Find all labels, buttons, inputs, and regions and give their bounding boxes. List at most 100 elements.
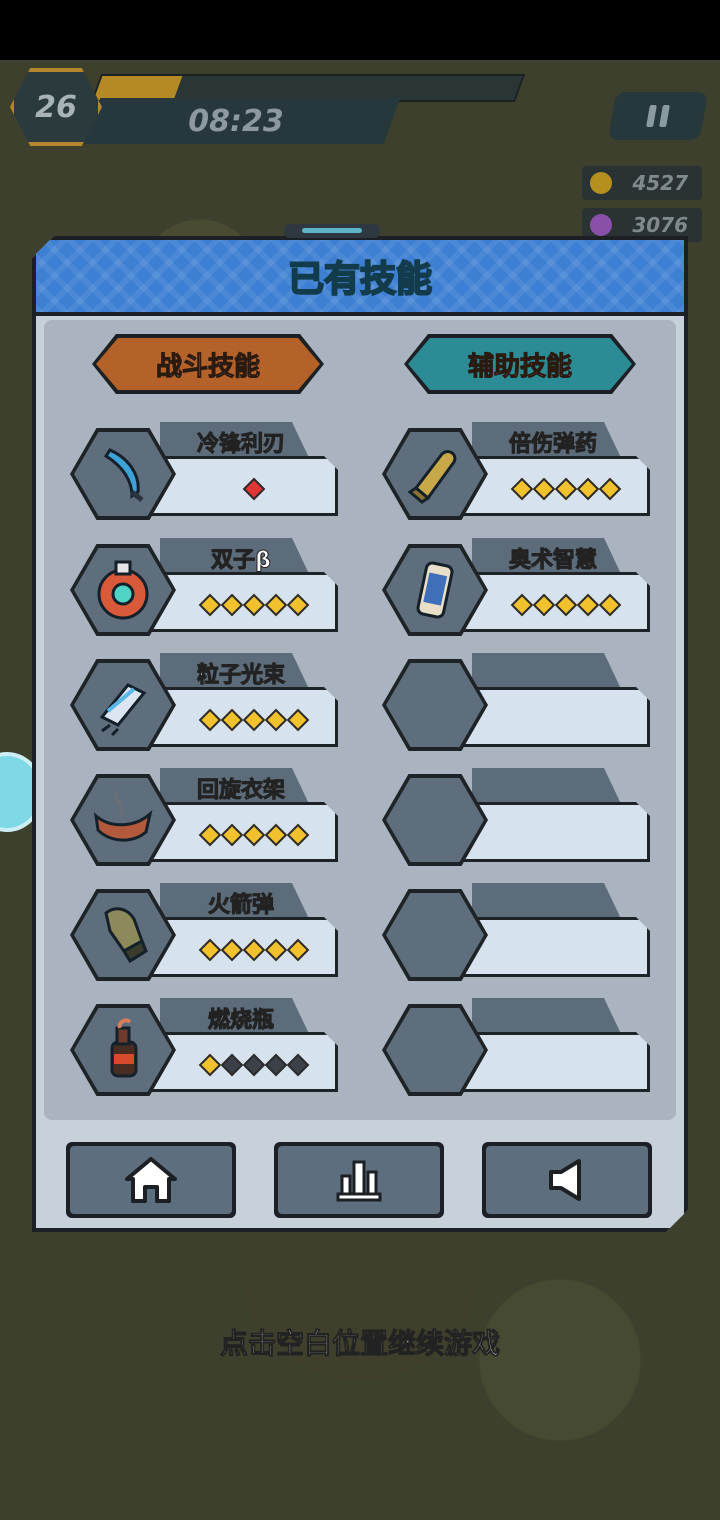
combat-skill-slot[interactable]: 冷锋利刃 [70, 422, 340, 522]
combat-skills-badge: 战斗技能 [96, 338, 320, 390]
level-diamond-filled [598, 593, 622, 617]
combat-skill-slot[interactable]: 燃烧瓶 [70, 998, 340, 1098]
skill-name: 冷锋利刃 [196, 432, 285, 458]
level-diamond-filled [198, 708, 222, 732]
sound-icon [549, 1159, 581, 1201]
level-diamond-filled [532, 477, 556, 501]
panel-header: 已有技能 [36, 240, 684, 316]
support-skill-slot[interactable] [382, 653, 652, 753]
level-diamond-filled [554, 593, 578, 617]
support-skill-slot[interactable]: 倍伤弹药 [382, 422, 652, 522]
skill-name: 火箭弹 [207, 893, 274, 919]
panel-title: 已有技能 [287, 259, 432, 300]
skill-name: 倍伤弹药 [508, 432, 597, 458]
level-diamond-filled [242, 708, 266, 732]
level-diamond-empty [286, 1053, 310, 1077]
skill-level-stars [486, 472, 646, 506]
skill-level-stars [174, 818, 334, 852]
skill-name: 奥术智慧 [508, 548, 597, 574]
combat-skill-slot[interactable]: 双子β [70, 538, 340, 638]
level-diamond-filled [286, 938, 310, 962]
skill-name: 双子β [211, 548, 272, 574]
level-diamond-filled [264, 823, 288, 847]
combat-skill-slot[interactable]: 粒子光束 [70, 653, 340, 753]
level-diamond-filled [220, 823, 244, 847]
support-skill-slot[interactable]: 奥术智慧 [382, 538, 652, 638]
skill-level-stars [486, 588, 646, 622]
combat-skill-slot[interactable]: 回旋衣架 [70, 768, 340, 868]
home-button[interactable] [66, 1142, 236, 1218]
support-skills-badge: 辅助技能 [408, 338, 632, 390]
skill-level-stars [174, 588, 334, 622]
combat-skill-slot[interactable]: 火箭弹 [70, 883, 340, 983]
sound-button-face [486, 1146, 648, 1214]
gold-value: 4527 [632, 171, 688, 195]
status-bar [0, 0, 720, 60]
level-diamond-filled [198, 593, 222, 617]
support-skill-slot[interactable] [382, 998, 652, 1098]
coin-icon [590, 172, 612, 194]
level-diamond-filled [220, 593, 244, 617]
level-diamond-filled [198, 823, 222, 847]
support-skill-slot[interactable] [382, 768, 652, 868]
support-skills-label: 辅助技能 [467, 351, 572, 382]
bullet-icon [400, 440, 470, 506]
level-diamond-filled [576, 477, 600, 501]
skill-name-plate [472, 883, 622, 921]
level-diamond-filled [264, 938, 288, 962]
rocket-icon [88, 901, 158, 967]
continue-hint: 点击空白位置继续游戏 [219, 1327, 500, 1361]
molotov-icon [88, 1016, 158, 1082]
twin-drone-icon [88, 556, 158, 622]
panel-tab-ornament [284, 224, 380, 238]
pause-button[interactable] [607, 92, 709, 140]
skill-level-stars [174, 472, 334, 506]
gem-icon [590, 214, 612, 236]
level-diamond-filled [286, 708, 310, 732]
arcane-scroll-icon [400, 556, 470, 622]
level-diamond-empty [220, 1053, 244, 1077]
skill-name: 燃烧瓶 [207, 1008, 274, 1034]
home-button-face [70, 1146, 232, 1214]
level-diamond-filled [242, 823, 266, 847]
level-diamond-filled [264, 593, 288, 617]
level-diamond-filled [198, 938, 222, 962]
level-diamond-filled [220, 938, 244, 962]
level-diamond-filled [532, 593, 556, 617]
combat-skills-label: 战斗技能 [155, 351, 260, 382]
stats-button[interactable] [274, 1142, 444, 1218]
level-diamond-filled [220, 708, 244, 732]
skill-level-stars [174, 703, 334, 737]
stats-icon [336, 1160, 382, 1202]
level-diamond-filled [198, 1053, 222, 1077]
home-icon [125, 1157, 177, 1203]
level-diamond-empty [242, 1053, 266, 1077]
particle-beam-icon [88, 671, 158, 737]
stats-button-face [278, 1146, 440, 1214]
level-diamond-filled [598, 477, 622, 501]
skill-level-stars [174, 1048, 334, 1082]
sound-button[interactable] [482, 1142, 652, 1218]
skill-name: 回旋衣架 [196, 778, 285, 804]
skill-name-plate [472, 998, 622, 1036]
skill-name-plate [472, 653, 622, 691]
xp-bar-fill [93, 76, 183, 100]
level-diamond-filled [510, 593, 534, 617]
gold-counter: 4527 [582, 166, 702, 200]
level-diamond-empty [264, 1053, 288, 1077]
skill-level-stars [174, 933, 334, 967]
red-diamond-icon [242, 477, 266, 501]
support-skill-slot[interactable] [382, 883, 652, 983]
level-diamond-filled [286, 593, 310, 617]
skill-name: 粒子光束 [196, 663, 285, 689]
skill-name-plate [472, 768, 622, 806]
level-diamond-filled [242, 938, 266, 962]
gem-value: 3076 [632, 213, 688, 237]
boomerang-hanger-icon [88, 786, 158, 852]
blade-icon [88, 440, 158, 506]
level-diamond-filled [286, 823, 310, 847]
game-timer: 08:23 [188, 104, 284, 139]
level-diamond-filled [510, 477, 534, 501]
level-diamond-filled [264, 708, 288, 732]
level-diamond-filled [242, 593, 266, 617]
